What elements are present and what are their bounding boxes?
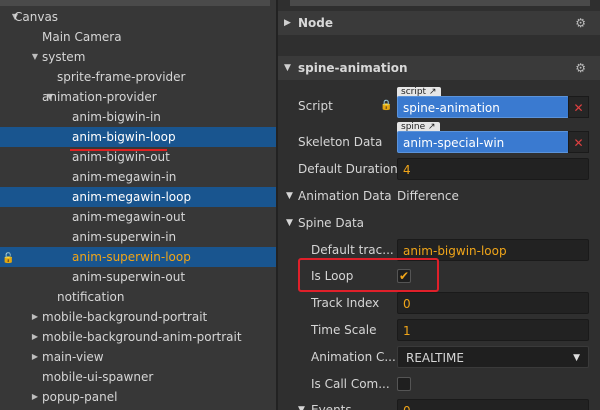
tree-node-label: anim-megawin-loop [72,190,192,204]
tree-node-label: Main Camera [42,30,122,44]
tree-node[interactable]: anim-superwin-in [0,227,276,247]
expand-arrow-icon[interactable]: ▼ [298,398,305,410]
expand-arrow-icon[interactable]: ▼ [286,184,293,208]
tree-node[interactable]: Main Camera [0,27,276,47]
skeleton-data-label: Skeleton Data [298,135,383,149]
expand-arrow-icon[interactable]: ▶ [30,347,40,367]
expand-arrow-icon[interactable]: ▶ [30,327,40,347]
animation-c-label: Animation C... [311,350,396,364]
tree-node-label: animation-provider [42,90,157,104]
expand-arrow-icon[interactable]: ▼ [286,211,293,235]
tree-node-label: system [42,50,86,64]
tree-node-label: mobile-background-portrait [42,310,208,324]
skeleton-data-asset-field[interactable]: anim-special-win [397,131,569,153]
time-scale-input[interactable]: 1 [397,319,589,341]
is-call-com-checkbox[interactable] [397,377,411,391]
node-section-title: Node [298,16,334,30]
collapse-arrow-icon: ▼ [284,63,291,73]
inspector-panel: ▶ Node ⚙ ▼ spine-animation ⚙ Script 🔒 sc… [278,0,600,410]
tree-node-label: anim-megawin-in [72,170,177,184]
tree-node-label: anim-bigwin-in [72,110,161,124]
tree-node[interactable]: mobile-ui-spawner [0,367,276,387]
events-label: Events [311,403,352,410]
clear-script-button[interactable]: ✕ [568,96,589,118]
tree-node[interactable]: ▶ mobile-background-portrait [0,307,276,327]
tree-node[interactable]: notification [0,287,276,307]
gear-icon[interactable]: ⚙ [575,11,586,35]
highlight-box-annotation [298,258,439,292]
tree-node-label: popup-panel [42,390,118,404]
spine-animation-section-header[interactable]: ▼ spine-animation ⚙ [278,56,600,80]
tree-node-label: mobile-ui-spawner [42,370,154,384]
tree-node-label: anim-megawin-out [72,210,186,224]
tree-node[interactable]: sprite-frame-provider [0,67,276,87]
tree-node-label: mobile-background-anim-portrait [42,330,242,344]
expand-arrow-icon[interactable]: ▶ [30,387,40,407]
tree-node-label: sprite-frame-provider [57,70,186,84]
tree-node[interactable]: anim-megawin-loop [0,187,276,207]
tree-node-label: Canvas [14,10,59,24]
tree-node[interactable]: ▶ mobile-background-anim-portrait [0,327,276,347]
tree-node[interactable]: anim-megawin-in [0,167,276,187]
animation-c-select[interactable]: REALTIME ▼ [397,346,589,368]
lock-icon[interactable]: 🔓 [2,253,14,264]
tree-node[interactable]: ▼ Canvas [0,7,276,27]
tree-node-label: anim-bigwin-loop [72,130,176,144]
animation-data-label: Animation Data [298,189,392,203]
tree-node[interactable]: ▶ popup-panel [0,387,276,407]
red-underline-annotation [70,149,167,151]
gear-icon[interactable]: ⚙ [575,56,586,80]
inspector-scroll-top [290,0,590,6]
events-input[interactable]: 0 [397,399,589,410]
hierarchy-panel: ▼ Canvas Main Camera ▼ system sprite-frame-pr… [0,0,276,410]
spine-data-label: Spine Data [298,216,365,230]
animation-c-value: REALTIME [406,351,464,365]
script-label: Script [298,99,333,113]
tree-node[interactable]: ▶ main-view [0,347,276,367]
tree-node[interactable]: anim-bigwin-in [0,107,276,127]
spine-animation-section-title: spine-animation [298,61,408,75]
collapse-arrow-icon: ▶ [284,18,291,28]
tree-node[interactable]: ▼ animation-provider [0,87,276,107]
tree-node-label: main-view [42,350,104,364]
track-index-input[interactable]: 0 [397,292,589,314]
tree-node-label: anim-superwin-in [72,230,177,244]
track-index-label: Track Index [311,296,380,310]
hierarchy-scroll-top [0,0,270,6]
animation-data-value: Difference [397,189,459,203]
node-section-header[interactable]: ▶ Node ⚙ [278,11,600,35]
tree-node[interactable]: anim-superwin-loop [0,247,276,267]
clear-skeleton-button[interactable]: ✕ [568,131,589,153]
tree-node[interactable]: anim-megawin-out [0,207,276,227]
tree-node-label: anim-superwin-loop [72,250,191,264]
lock-icon: 🔒 [380,100,393,111]
tree-node[interactable]: anim-bigwin-loop [0,127,276,147]
script-asset-field[interactable]: spine-animation [397,96,569,118]
tree-node-label: notification [57,290,125,304]
tree-node[interactable]: anim-superwin-out [0,267,276,287]
collapse-arrow-icon[interactable]: ▼ [30,47,40,67]
default-duration-input[interactable]: 4 [397,158,589,180]
tree-node-label: anim-superwin-out [72,270,186,284]
dropdown-arrow-icon: ▼ [573,353,580,363]
is-call-com-label: Is Call Com... [311,377,390,391]
expand-arrow-icon[interactable]: ▶ [30,307,40,327]
tree-node[interactable]: ▼ system [0,47,276,67]
default-duration-label: Default Duration [298,162,398,176]
time-scale-label: Time Scale [311,323,377,337]
